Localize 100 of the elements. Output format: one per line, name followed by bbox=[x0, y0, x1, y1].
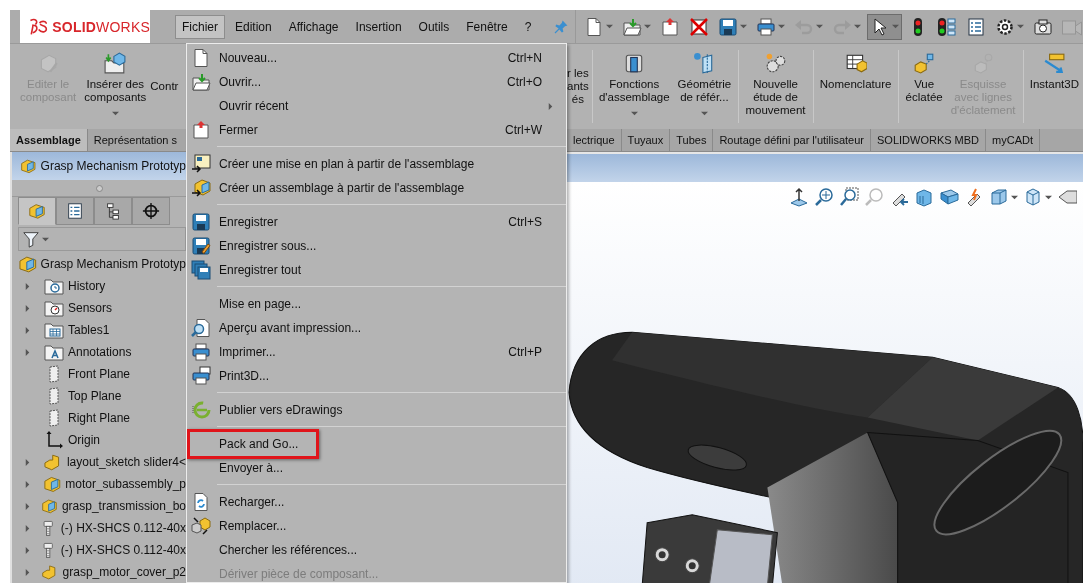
view-toolbar-button[interactable] bbox=[839, 187, 859, 207]
shortcut-text: Ctrl+W bbox=[505, 123, 542, 137]
ribbon-button[interactable]: Contr bbox=[150, 44, 179, 129]
menu-item[interactable]: Mise en page... bbox=[187, 292, 566, 316]
expand-arrow-icon[interactable] bbox=[24, 502, 31, 510]
menu-item[interactable]: Ouvrir... Ctrl+O bbox=[187, 70, 566, 94]
ribbon-button[interactable]: Instant3D bbox=[1025, 44, 1083, 129]
view-toolbar-button[interactable] bbox=[789, 187, 809, 207]
panel-tab[interactable] bbox=[132, 197, 170, 225]
view-toolbar-button[interactable] bbox=[1023, 187, 1052, 207]
expand-arrow-icon[interactable] bbox=[24, 282, 31, 290]
command-tab[interactable]: Assemblage bbox=[10, 129, 88, 151]
panel-tab[interactable] bbox=[56, 197, 94, 225]
save-icon bbox=[718, 16, 739, 37]
hide-show-icon bbox=[1057, 187, 1077, 207]
menu-item[interactable]: Créer une mise en plan à partir de l'assemblage bbox=[187, 152, 566, 176]
menu-item[interactable]: Enregistrer sous... bbox=[187, 234, 566, 258]
settings-icon bbox=[995, 16, 1016, 37]
shortcut-text: Ctrl+P bbox=[508, 345, 542, 359]
ribbon-button[interactable]: Nomenclature bbox=[815, 44, 896, 129]
menu-bar-item[interactable]: Affichage bbox=[281, 14, 346, 39]
menu-item[interactable]: Publier vers eDrawings bbox=[187, 398, 566, 422]
assembly-icon bbox=[28, 202, 46, 220]
expand-arrow-icon[interactable] bbox=[24, 348, 31, 356]
panel-tab[interactable] bbox=[94, 197, 132, 225]
tree-item[interactable]: (-) HX-SHCS 0.112-40x bbox=[12, 539, 186, 561]
tree-item[interactable]: Top Plane bbox=[12, 385, 186, 407]
expand-arrow-icon[interactable] bbox=[24, 546, 31, 554]
tree-item[interactable]: Front Plane bbox=[12, 363, 186, 385]
caret-icon bbox=[1017, 23, 1025, 30]
view-toolbar-button[interactable] bbox=[1057, 187, 1077, 207]
expand-arrow-icon[interactable] bbox=[24, 458, 31, 466]
menu-bar-item[interactable]: Edition bbox=[228, 14, 279, 39]
expand-arrow-icon[interactable] bbox=[24, 480, 31, 488]
list-icon bbox=[966, 16, 987, 37]
splitter-handle[interactable] bbox=[95, 184, 103, 192]
submenu-arrow-icon bbox=[547, 102, 554, 110]
view-toolbar-button[interactable] bbox=[814, 187, 834, 207]
ribbon-button[interactable]: Fonctions d'assemblage bbox=[594, 44, 674, 129]
origin-icon bbox=[44, 430, 64, 450]
caret-icon bbox=[778, 23, 786, 30]
tree-item[interactable]: Annotations bbox=[12, 341, 186, 363]
menu-item[interactable]: Aperçu avant impression... bbox=[187, 316, 566, 340]
toolbar-button[interactable] bbox=[867, 13, 903, 40]
tree-item[interactable]: motor_subassembly_p bbox=[12, 473, 186, 495]
ribbon-button[interactable]: Géométrie de référ... bbox=[673, 44, 736, 129]
menu-item[interactable]: Envoyer à... bbox=[187, 456, 566, 480]
menu-item[interactable]: Print3D... bbox=[187, 364, 566, 388]
menu-item[interactable]: Remplacer... bbox=[187, 514, 566, 538]
ruler-icon bbox=[1043, 52, 1066, 74]
tree-item[interactable]: layout_sketch slider4< bbox=[12, 451, 186, 473]
ribbon-button[interactable]: Insérer des composants bbox=[80, 44, 151, 129]
tree-item[interactable]: Sensors bbox=[12, 297, 186, 319]
tree-item[interactable]: grasp_motor_cover_p2 bbox=[12, 561, 186, 583]
ribbon-button[interactable]: Nouvelle étude de mouvement bbox=[741, 44, 810, 129]
menu-bar-item[interactable]: Fenêtre bbox=[459, 14, 515, 39]
menu-bar-item[interactable]: ? bbox=[517, 14, 539, 39]
menu-item[interactable]: Recharger... bbox=[187, 490, 566, 514]
menu-bar-item[interactable]: Fichier bbox=[175, 14, 225, 39]
logo-text: SOLIDWORKS bbox=[52, 18, 150, 35]
expand-arrow-icon[interactable] bbox=[24, 304, 31, 312]
menu-bar-item[interactable]: Insertion bbox=[348, 14, 409, 39]
menu-item[interactable]: Enregistrer Ctrl+S bbox=[187, 210, 566, 234]
view-toolbar-button[interactable] bbox=[914, 187, 934, 207]
filter-button[interactable] bbox=[22, 230, 49, 248]
expand-arrow-icon[interactable] bbox=[24, 568, 31, 576]
assembly-icon bbox=[20, 157, 37, 176]
printer-icon bbox=[756, 16, 777, 37]
menu-item[interactable]: Pack and Go... bbox=[187, 432, 566, 456]
table-icon bbox=[844, 52, 867, 74]
assembly-icon bbox=[42, 474, 62, 494]
menu-item[interactable]: Imprimer... Ctrl+P bbox=[187, 340, 566, 364]
assembly-icon bbox=[191, 178, 211, 198]
tree-item[interactable]: (-) HX-SHCS 0.112-40x bbox=[12, 517, 186, 539]
ribbon-button[interactable]: Vue éclatée bbox=[901, 44, 947, 129]
view-toolbar-button[interactable] bbox=[989, 187, 1018, 207]
sensor-folder-icon bbox=[44, 298, 64, 318]
view-toolbar-button[interactable] bbox=[939, 187, 959, 207]
menu-item[interactable]: Fermer Ctrl+W bbox=[187, 118, 566, 142]
reload-icon bbox=[191, 492, 211, 512]
menu-item[interactable]: Enregistrer tout bbox=[187, 258, 566, 282]
expand-arrow-icon[interactable] bbox=[24, 524, 31, 532]
tree-item[interactable]: Right Plane bbox=[12, 407, 186, 429]
drawing-sheet-icon bbox=[191, 154, 211, 174]
ribbon-button[interactable]: r les ants és bbox=[567, 44, 589, 129]
caret-icon bbox=[630, 110, 638, 117]
tree-item[interactable]: grasp_transmission_bo bbox=[12, 495, 186, 517]
tree-item[interactable]: Tables1 bbox=[12, 319, 186, 341]
expand-arrow-icon[interactable] bbox=[24, 326, 31, 334]
menu-item[interactable]: Créer un assemblage à partir de l'assemblage bbox=[187, 176, 566, 200]
menu-bar-item[interactable]: Outils bbox=[411, 14, 457, 39]
caret-icon bbox=[644, 23, 652, 30]
tree-item[interactable]: Origin bbox=[12, 429, 186, 451]
menu-item[interactable]: Nouveau... Ctrl+N bbox=[187, 46, 566, 70]
tree-item[interactable]: History bbox=[12, 275, 186, 297]
assembly-icon bbox=[40, 496, 58, 516]
menu-item[interactable]: Ouvrir récent bbox=[187, 94, 566, 118]
crossed-out-icon bbox=[689, 16, 710, 37]
tree-item[interactable]: Grasp Mechanism Prototyp bbox=[12, 253, 186, 275]
menu-item[interactable]: Chercher les références... bbox=[187, 538, 566, 562]
